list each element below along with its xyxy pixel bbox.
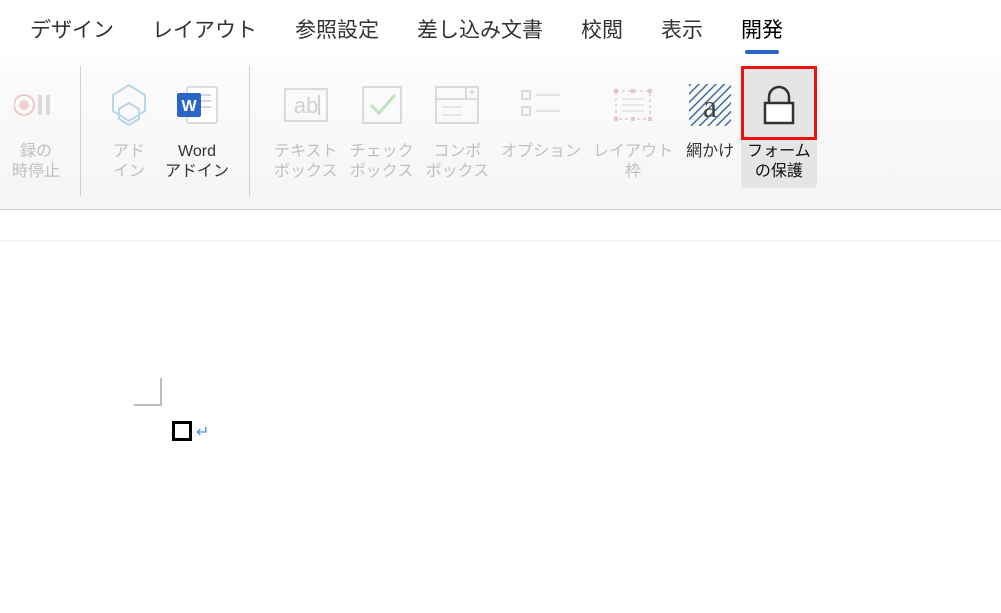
lock-icon [755, 72, 803, 138]
svg-text:a: a [703, 88, 717, 124]
tab-mailings[interactable]: 差し込み文書 [417, 14, 543, 52]
options-button: オプション [495, 66, 587, 168]
form-checkbox-field[interactable] [172, 421, 192, 441]
tab-design[interactable]: デザイン [30, 14, 114, 52]
checkbox-icon [357, 72, 407, 138]
tab-references[interactable]: 参照設定 [295, 14, 379, 52]
addins-label: アド イン [113, 142, 145, 182]
combobox-icon [432, 72, 482, 138]
tab-layout[interactable]: レイアウト [152, 14, 257, 52]
ribbon-tabs: デザイン レイアウト 参照設定 差し込み文書 校閲 表示 開発 [0, 0, 1001, 56]
textbox-label: テキスト ボックス [274, 142, 338, 182]
record-stop-button: 録の 時停止 [6, 66, 66, 188]
layout-frame-label: レイアウト 枠 [593, 142, 673, 182]
layout-frame-button: レイアウト 枠 [587, 66, 679, 188]
svg-text:W: W [181, 98, 197, 115]
hexagon-icon [105, 72, 153, 138]
separator [249, 66, 250, 196]
combobox-button: コンボ ボックス [420, 66, 496, 188]
checkbox-label: チェック ボックス [350, 142, 414, 182]
shading-label: 網かけ [686, 142, 734, 162]
word-icon: W [173, 72, 221, 138]
document-canvas[interactable]: ↵ [0, 210, 1001, 613]
word-addins-button[interactable]: W Word アドイン [159, 66, 235, 188]
word-addins-label: Word アドイン [165, 142, 229, 182]
protect-form-button[interactable]: フォーム の保護 [741, 66, 817, 188]
textbox-button: ab テキスト ボックス [268, 66, 344, 188]
paragraph-mark: ↵ [196, 422, 209, 442]
checkbox-button: チェック ボックス [344, 66, 420, 188]
svg-text:ab: ab [294, 93, 318, 118]
ribbon-toolbar: 録の 時停止 アド イン W [0, 56, 1001, 210]
record-stop-label: 録の 時停止 [12, 142, 60, 182]
frame-icon [608, 72, 658, 138]
separator [80, 66, 81, 196]
margin-corner-mark [134, 378, 162, 406]
tab-developer[interactable]: 開発 [741, 14, 783, 52]
tab-view[interactable]: 表示 [661, 14, 703, 52]
options-label: オプション [501, 142, 581, 162]
record-icon [14, 72, 58, 138]
addins-button: アド イン [99, 66, 159, 188]
shading-icon: a [685, 72, 735, 138]
protect-form-label: フォーム の保護 [747, 142, 811, 182]
shading-button[interactable]: a 網かけ [679, 66, 741, 168]
combobox-label: コンボ ボックス [426, 142, 490, 182]
tab-review[interactable]: 校閲 [581, 14, 623, 52]
options-icon [516, 72, 566, 138]
textbox-icon: ab [281, 72, 331, 138]
